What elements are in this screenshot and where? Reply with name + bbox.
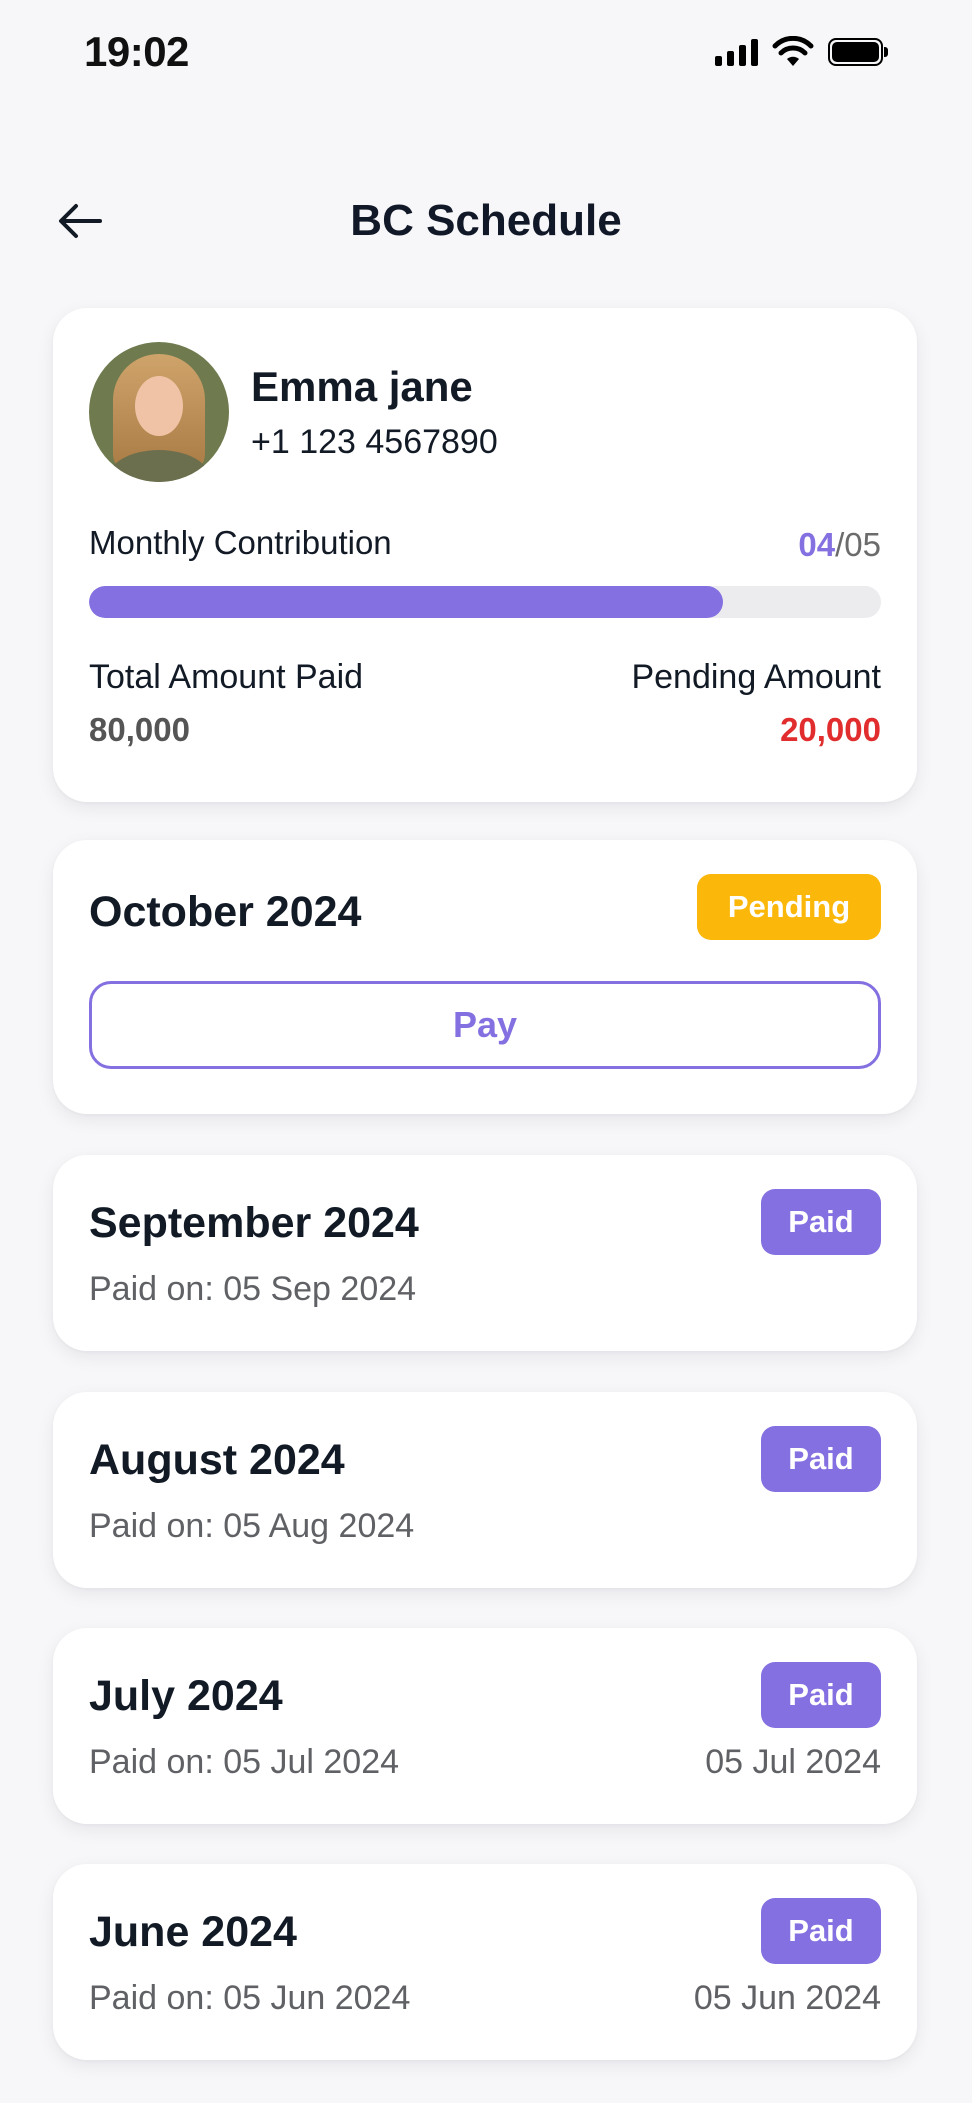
status-badge: Paid xyxy=(761,1189,881,1255)
cellular-signal-icon xyxy=(715,38,758,66)
paid-date-right: 05 Jun 2024 xyxy=(693,1979,881,2017)
paid-date-right: 05 Jul 2024 xyxy=(705,1743,881,1781)
total-paid-label: Total Amount Paid xyxy=(89,658,364,696)
month-card-august: August 2024 Paid Paid on: 05 Aug 2024 xyxy=(53,1392,917,1588)
wifi-icon xyxy=(772,36,814,66)
profile-card: Emma jane +1 123 4567890 Monthly Contrib… xyxy=(53,308,917,802)
paid-on-date: Paid on: 05 Jul 2024 xyxy=(89,1743,400,1781)
pending-amount-label: Pending Amount xyxy=(631,658,881,696)
contribution-current: 04 xyxy=(798,526,836,563)
total-paid-value: 80,000 xyxy=(89,711,190,748)
contribution-progress-fill xyxy=(89,586,723,618)
month-card-september: September 2024 Paid Paid on: 05 Sep 2024 xyxy=(53,1155,917,1351)
status-badge: Paid xyxy=(761,1426,881,1492)
paid-on-date: Paid on: 05 Jun 2024 xyxy=(89,1979,411,2017)
page-title: BC Schedule xyxy=(350,196,622,245)
status-time: 19:02 xyxy=(84,28,189,75)
monthly-contribution-label: Monthly Contribution xyxy=(89,524,392,561)
avatar xyxy=(89,342,229,482)
paid-on-date: Paid on: 05 Aug 2024 xyxy=(89,1507,415,1545)
month-card-july: July 2024 Paid Paid on: 05 Jul 2024 05 J… xyxy=(53,1628,917,1824)
status-icons xyxy=(715,36,888,68)
contribution-count: 04/05 xyxy=(798,526,881,564)
pending-amount-value: 20,000 xyxy=(780,711,881,748)
user-phone: +1 123 4567890 xyxy=(251,423,498,461)
month-title: June 2024 xyxy=(89,1908,297,1956)
contribution-total: /05 xyxy=(835,526,881,563)
month-title: October 2024 xyxy=(89,888,362,936)
month-card-june: June 2024 Paid Paid on: 05 Jun 2024 05 J… xyxy=(53,1864,917,2060)
battery-icon xyxy=(828,38,888,66)
month-card-october: October 2024 Pending Pay xyxy=(53,840,917,1114)
month-title: August 2024 xyxy=(89,1436,345,1484)
status-badge: Paid xyxy=(761,1898,881,1964)
month-title: September 2024 xyxy=(89,1199,419,1247)
month-title: July 2024 xyxy=(89,1672,283,1720)
status-badge: Paid xyxy=(761,1662,881,1728)
status-badge: Pending xyxy=(697,874,881,940)
status-bar: 19:02 xyxy=(0,0,972,110)
user-name: Emma jane xyxy=(251,363,473,410)
pay-button[interactable]: Pay xyxy=(89,981,881,1069)
contribution-progress-bar xyxy=(89,586,881,618)
paid-on-date: Paid on: 05 Sep 2024 xyxy=(89,1270,417,1308)
